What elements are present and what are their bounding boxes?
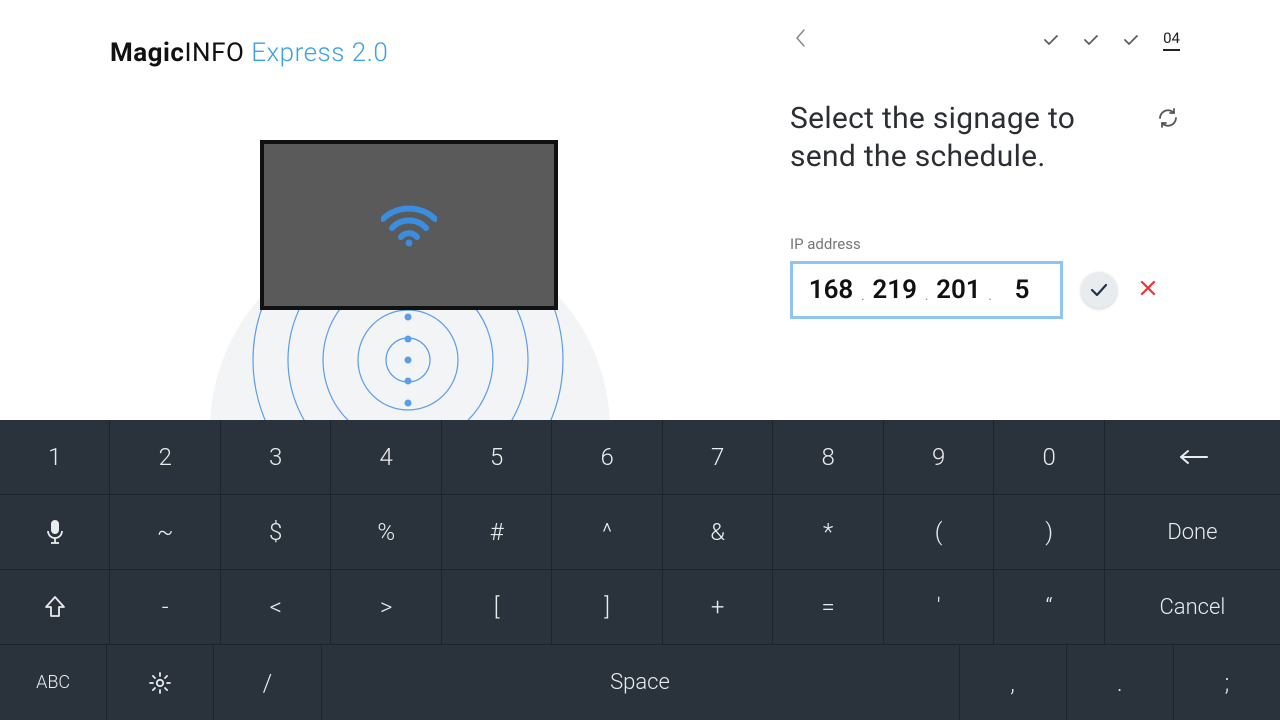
key-settings[interactable] [107,645,214,720]
step-3-done[interactable] [1123,31,1139,50]
key-mic[interactable] [0,495,110,570]
ip-octet-2[interactable] [871,275,919,305]
app-logo: MagicINFO Express 2.0 [110,38,388,68]
ip-address-label: IP address [790,235,1180,253]
key-ampersand[interactable]: & [663,495,773,570]
key-space[interactable]: Space [322,645,960,720]
key-semicolon[interactable]: ; [1174,645,1280,720]
key-7[interactable]: 7 [663,420,773,495]
key-abc[interactable]: ABC [0,645,107,720]
dot-separator: . [861,288,865,304]
checkmark-icon [1083,34,1099,46]
logo-brand-thin: INFO [184,38,244,68]
key-lt[interactable]: < [221,570,331,645]
key-9[interactable]: 9 [884,420,994,495]
right-panel: 04 Select the signage to send the schedu… [740,0,1230,420]
cancel-ip-button[interactable] [1135,274,1161,307]
key-0[interactable]: 0 [994,420,1104,495]
key-period[interactable]: . [1067,645,1174,720]
step-current[interactable]: 04 [1163,29,1180,51]
wifi-icon [381,203,437,247]
refresh-button[interactable] [1156,100,1180,134]
key-cancel[interactable]: Cancel [1105,570,1280,645]
shift-icon [44,595,66,619]
key-done[interactable]: Done [1105,495,1280,570]
key-shift[interactable] [0,570,110,645]
key-tilde[interactable]: ~ [110,495,220,570]
on-screen-keyboard: 1 2 3 4 5 6 7 8 9 0 ~ $ [0,420,1280,720]
gear-icon [148,671,172,695]
checkmark-icon [1090,283,1108,297]
key-6[interactable]: 6 [552,420,662,495]
close-icon [1139,279,1157,297]
key-caret[interactable]: ^ [552,495,662,570]
key-5[interactable]: 5 [442,420,552,495]
key-lparen[interactable]: ( [884,495,994,570]
key-plus[interactable]: + [663,570,773,645]
key-1[interactable]: 1 [0,420,110,495]
back-button[interactable] [790,24,810,57]
key-slash[interactable]: / [214,645,321,720]
ip-octet-1[interactable] [807,275,855,305]
backspace-icon [1175,448,1209,466]
key-equals[interactable]: = [773,570,883,645]
page-heading: Select the signage to send the schedule. [790,100,1136,175]
wizard-steps: 04 [790,20,1180,60]
confirm-ip-button[interactable] [1081,272,1117,308]
step-2-done[interactable] [1083,31,1099,50]
left-panel: MagicINFO Express 2.0 [0,0,740,420]
key-dollar[interactable]: $ [221,495,331,570]
key-8[interactable]: 8 [773,420,883,495]
step-1-done[interactable] [1043,31,1059,50]
key-2[interactable]: 2 [110,420,220,495]
key-backspace[interactable] [1105,420,1280,495]
checkmark-icon [1043,34,1059,46]
ip-octet-4[interactable] [998,275,1046,305]
ip-address-input[interactable]: . . . [790,261,1063,319]
key-percent[interactable]: % [331,495,441,570]
logo-product: Express [244,38,345,68]
chevron-left-icon [794,28,806,48]
microphone-icon [46,519,64,545]
signage-illustration [200,140,620,420]
checkmark-icon [1123,34,1139,46]
key-3[interactable]: 3 [221,420,331,495]
ip-octet-3[interactable] [934,275,982,305]
key-gt[interactable]: > [331,570,441,645]
logo-version: 2.0 [345,38,388,68]
dot-separator: . [988,288,992,304]
key-quote[interactable]: “ [994,570,1104,645]
key-4[interactable]: 4 [331,420,441,495]
logo-brand-bold: Magic [110,38,184,68]
key-asterisk[interactable]: * [773,495,883,570]
key-rbracket[interactable]: ] [552,570,662,645]
monitor-icon [260,140,558,310]
key-apostrophe[interactable]: ' [884,570,994,645]
key-rparen[interactable]: ) [994,495,1104,570]
dot-separator: . [925,288,929,304]
key-comma[interactable]: , [960,645,1067,720]
key-lbracket[interactable]: [ [442,570,552,645]
key-minus[interactable]: - [110,570,220,645]
key-hash[interactable]: # [442,495,552,570]
refresh-icon [1156,106,1180,130]
